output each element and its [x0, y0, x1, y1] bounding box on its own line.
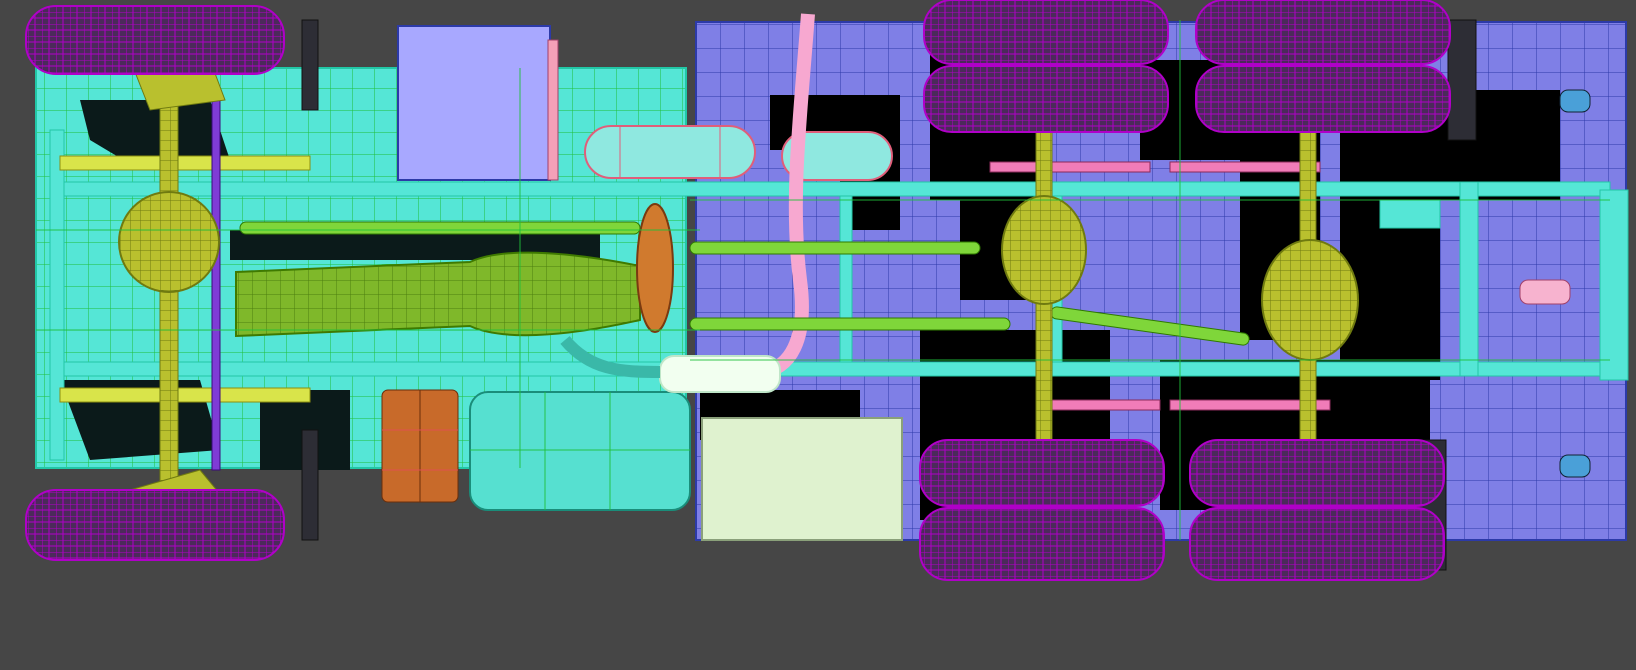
- steering-linkage[interactable]: [211, 99, 221, 471]
- truck-chassis-wireframe-render: [25, 0, 1629, 581]
- side-box[interactable]: [397, 25, 559, 181]
- 3d-viewport[interactable]: [0, 0, 1636, 670]
- air-tank[interactable]: [584, 125, 893, 181]
- battery-box[interactable]: [381, 389, 459, 503]
- fuel-tank[interactable]: [469, 391, 691, 511]
- toolbox[interactable]: [701, 417, 903, 541]
- muffler[interactable]: [659, 355, 781, 393]
